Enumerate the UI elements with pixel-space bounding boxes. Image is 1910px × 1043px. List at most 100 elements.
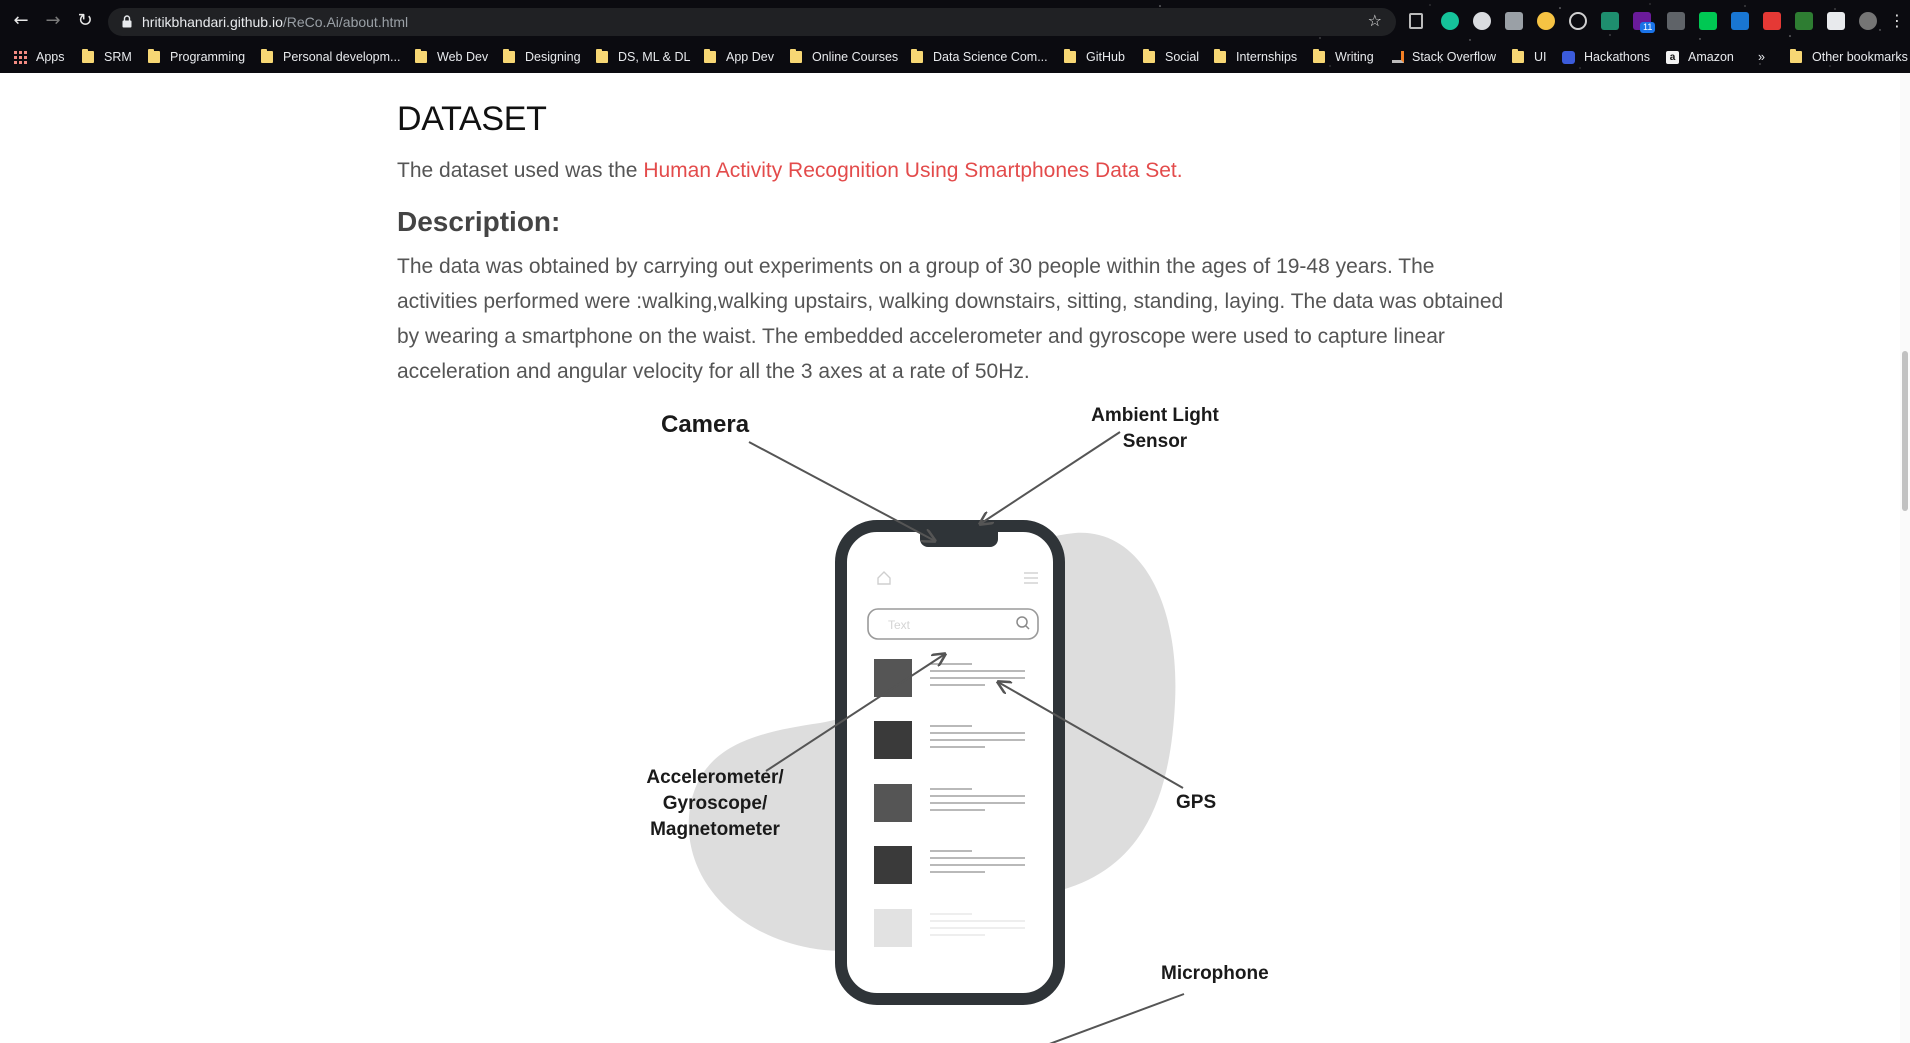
bookmark-folder[interactable]: Social (1143, 44, 1199, 70)
bookmark-label: Data Science Com... (933, 50, 1048, 64)
dollar-extension-icon[interactable] (1601, 12, 1619, 30)
extension-circle-icon[interactable] (1473, 12, 1491, 30)
bookmark-label: Web Dev (437, 50, 489, 64)
bookmark-label: Amazon (1688, 50, 1734, 64)
list-thumbnail (874, 846, 912, 884)
folder-icon (704, 49, 716, 63)
list-thumbnail (874, 721, 912, 759)
smartphone-diagram: Text (688, 431, 1185, 1043)
bookmarks-overflow-button[interactable]: » (1758, 44, 1765, 70)
description-heading: Description: (397, 206, 561, 237)
profile-avatar[interactable] (1859, 12, 1877, 30)
camera-label: Camera (661, 411, 750, 438)
menu-kebab-icon[interactable]: ⋮ (1886, 10, 1908, 32)
address-bar[interactable]: hritikbhandari.github.io/ReCo.Ai/about.h… (108, 8, 1396, 36)
bookmark-label: UI (1534, 50, 1547, 64)
back-arrow-icon[interactable]: ← (10, 10, 32, 32)
ambient-light-label: Ambient Light Sensor (1085, 403, 1225, 455)
list-thumbnail (874, 784, 912, 822)
drive-icon[interactable] (1505, 12, 1523, 30)
bookmark-folder[interactable]: Internships (1214, 44, 1297, 70)
forward-arrow-icon[interactable]: → (42, 10, 64, 32)
stack-overflow-icon (1392, 51, 1404, 63)
bookmark-apps[interactable]: Apps (14, 44, 65, 70)
bookmark-label: App Dev (726, 50, 774, 64)
bookmark-folder[interactable]: Personal developm... (261, 44, 400, 70)
bookmark-folder[interactable]: DS, ML & DL (596, 44, 690, 70)
folder-icon (1790, 49, 1802, 63)
accelerometer-label-line: Magnetometer (650, 819, 780, 840)
bookmark-folder[interactable]: GitHub (1064, 44, 1125, 70)
page-viewport: DATASET The dataset used was the Human A… (0, 73, 1910, 1043)
bookmark-star-icon[interactable]: ☆ (1368, 11, 1382, 30)
folder-icon (1143, 49, 1155, 63)
browser-toolbar: ← → ↻ hritikbhandari.github.io/ReCo.Ai/a… (0, 0, 1910, 42)
folder-icon (415, 49, 427, 63)
bookmark-label: Social (1165, 50, 1200, 64)
phone-notch (920, 521, 998, 547)
bookmark-amazon[interactable]: a Amazon (1666, 44, 1734, 70)
phone-search-placeholder: Text (888, 618, 911, 632)
folder-icon (82, 49, 94, 63)
grammarly-icon[interactable] (1441, 12, 1459, 30)
honey-icon[interactable] (1537, 12, 1555, 30)
scrollbar-thumb[interactable] (1902, 351, 1908, 511)
list-thumbnail (874, 659, 912, 697)
apps-grid-icon (14, 50, 27, 64)
bookmark-label: » (1758, 50, 1765, 64)
bookmarks-bar: Apps SRM Programming Personal developm..… (0, 44, 1910, 70)
bookmark-label: Online Courses (812, 50, 899, 64)
bookmark-folder[interactable]: Programming (148, 44, 245, 70)
camera-arrow (748, 441, 935, 541)
accelerometer-label-line: Gyroscope/ (662, 793, 768, 814)
url-path: /ReCo.Ai/about.html (282, 14, 409, 30)
bookmark-hackathons[interactable]: Hackathons (1562, 44, 1650, 70)
browser-chrome: ← → ↻ hritikbhandari.github.io/ReCo.Ai/a… (0, 0, 1910, 73)
folder-icon (596, 49, 608, 63)
bookmark-label: Internships (1236, 50, 1298, 64)
lock-icon (122, 15, 132, 28)
other-bookmarks[interactable]: Other bookmarks (1790, 44, 1908, 70)
intro-text: The dataset used was the (397, 159, 644, 182)
amazon-icon: a (1666, 50, 1679, 64)
react-devtools-icon[interactable] (1569, 12, 1587, 30)
extension-badge: 11 (1640, 22, 1656, 33)
pen-extension-icon[interactable] (1667, 12, 1685, 30)
bookmark-label: Programming (170, 50, 246, 64)
description-text: The data was obtained by carrying out ex… (397, 255, 1504, 383)
reload-icon[interactable]: ↻ (74, 10, 96, 32)
folder-icon (1313, 49, 1325, 63)
chevron-extension-icon[interactable] (1731, 12, 1749, 30)
microphone-label: Microphone (1161, 963, 1269, 984)
bookmark-folder[interactable]: Designing (503, 44, 581, 70)
bookmark-label: DS, ML & DL (618, 50, 691, 64)
bookmark-label: Hackathons (1584, 50, 1651, 64)
url-text: hritikbhandari.github.io/ReCo.Ai/about.h… (142, 13, 408, 31)
ambient-light-label-line: Ambient Light (1091, 405, 1219, 426)
bookmark-stack-overflow[interactable]: Stack Overflow (1392, 44, 1496, 70)
folder-icon (1214, 49, 1226, 63)
notification-extension-icon[interactable] (1763, 12, 1781, 30)
bookmark-folder[interactable]: Online Courses (790, 44, 898, 70)
folder-icon (503, 49, 515, 63)
accelerometer-label-line: Accelerometer/ (646, 767, 784, 788)
bookmark-folder[interactable]: Writing (1313, 44, 1374, 70)
folder-icon (790, 49, 802, 63)
hackathons-icon (1562, 50, 1575, 64)
bookmark-label: GitHub (1086, 50, 1125, 64)
bookmark-label: Apps (36, 50, 65, 64)
folder-icon (261, 49, 273, 63)
dataset-heading: DATASET (397, 100, 547, 138)
bookmark-folder[interactable]: App Dev (704, 44, 774, 70)
ambient-light-label-line: Sensor (1122, 431, 1188, 452)
bookmark-folder[interactable]: Web Dev (415, 44, 488, 70)
flag-extension-icon[interactable] (1699, 12, 1717, 30)
reading-list-icon[interactable] (1409, 13, 1423, 29)
bookmark-folder[interactable]: UI (1512, 44, 1547, 70)
bookmark-folder[interactable]: SRM (82, 44, 132, 70)
grid-extension-icon[interactable] (1795, 12, 1813, 30)
bookmark-folder[interactable]: Data Science Com... (911, 44, 1048, 70)
page-scrollbar[interactable] (1900, 73, 1910, 1043)
dataset-link[interactable]: Human Activity Recognition Using Smartph… (643, 159, 1182, 182)
extensions-puzzle-icon[interactable] (1827, 12, 1845, 30)
